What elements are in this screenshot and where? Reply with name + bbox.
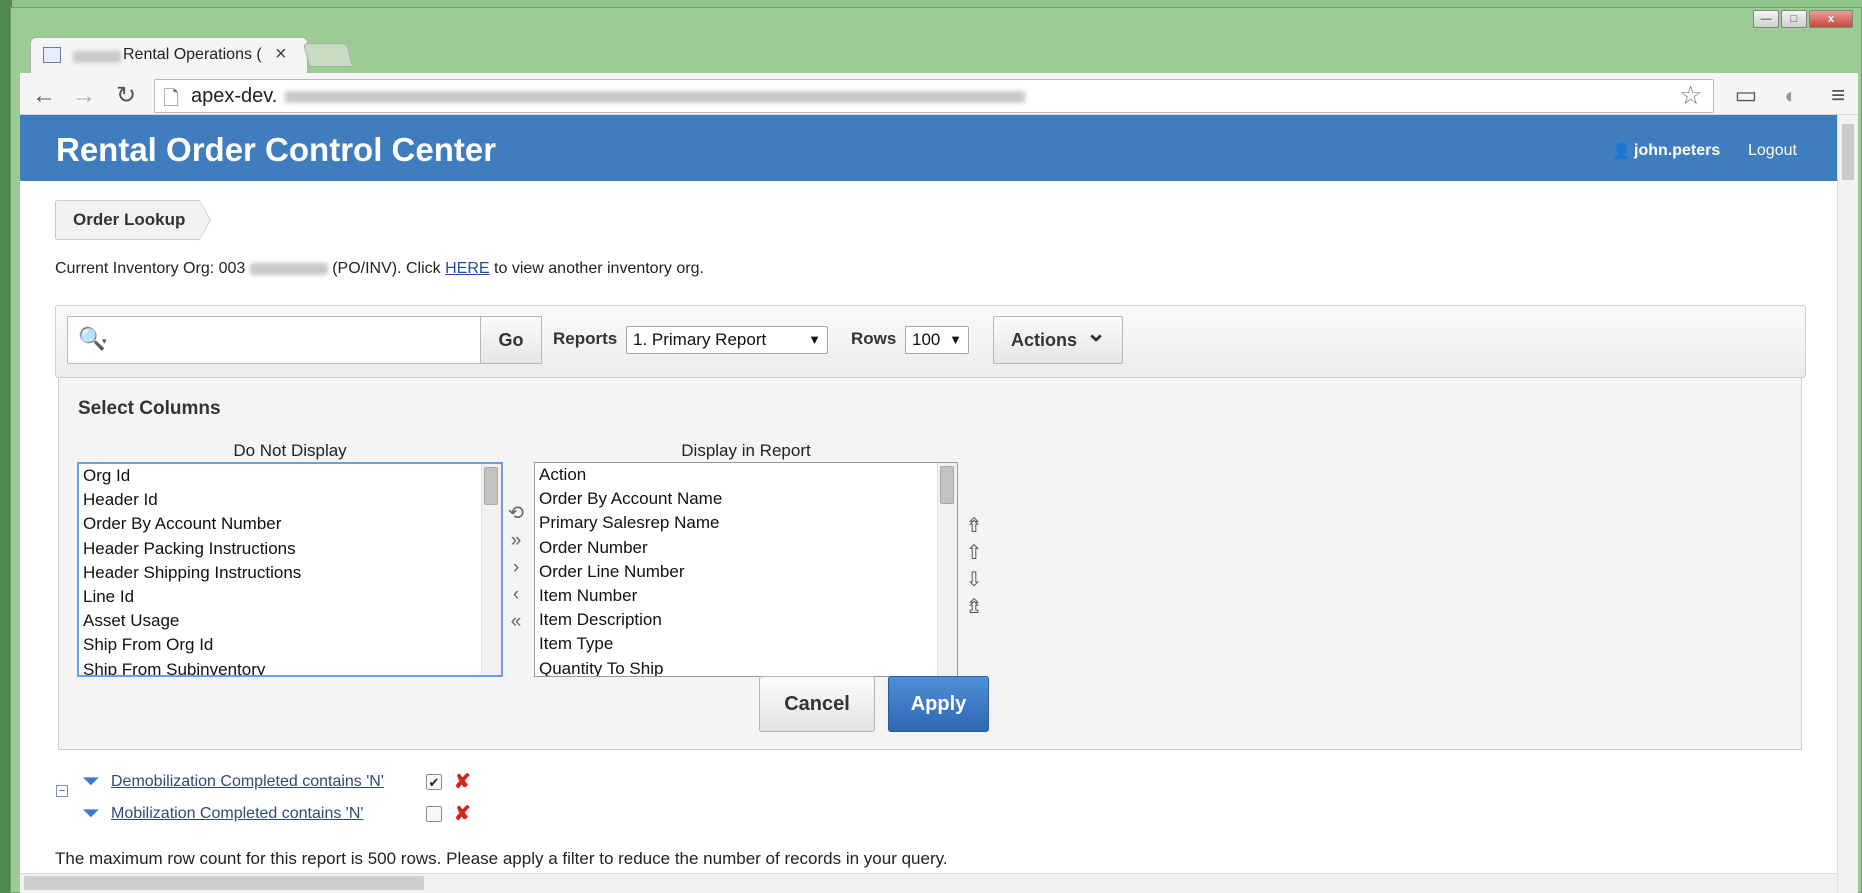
display-in-report-header: Display in Report xyxy=(681,441,811,460)
reports-select[interactable]: 1. Primary Report ▼ xyxy=(626,326,828,354)
page-favicon-icon xyxy=(43,47,61,63)
browser-tab-active[interactable]: Rental Operations ( × xyxy=(30,37,308,73)
remove-filter-icon[interactable]: ✘ xyxy=(454,769,471,794)
chevron-down-icon: ▼ xyxy=(808,332,821,347)
vertical-scrollbar[interactable] xyxy=(1837,115,1858,893)
org-after: to view another inventory org. xyxy=(494,260,704,277)
list-scrollbar[interactable] xyxy=(937,463,957,676)
list-item[interactable]: Item Number xyxy=(535,584,957,608)
collapse-filters-icon[interactable]: − xyxy=(56,785,68,797)
search-column-dropdown-icon[interactable]: ▾ xyxy=(102,336,107,347)
move-all-right-icon[interactable]: » xyxy=(504,529,528,553)
list-item[interactable]: Order By Account Name xyxy=(535,487,957,511)
list-item[interactable]: Order Number xyxy=(535,536,957,560)
forward-icon[interactable]: → xyxy=(68,80,100,112)
horizontal-scrollbar-thumb[interactable] xyxy=(24,876,424,890)
list-item[interactable]: Action xyxy=(535,463,957,487)
cancel-button[interactable]: Cancel xyxy=(759,676,875,732)
user-icon: 👤 xyxy=(1612,143,1631,160)
filter-row[interactable]: Demobilization Completed contains 'N' xyxy=(111,773,384,791)
rows-label: Rows xyxy=(851,329,897,348)
move-bottom-icon[interactable]: ⇯ xyxy=(962,595,986,619)
page-icon: 🗋 xyxy=(163,88,180,110)
list-item[interactable]: Ship From Subinventory xyxy=(79,658,501,676)
list-item[interactable]: Line Id xyxy=(79,585,501,609)
move-top-icon[interactable]: ⇮ xyxy=(962,514,986,538)
reports-label: Reports xyxy=(553,329,618,348)
username-link[interactable]: john.peters xyxy=(1634,142,1720,160)
move-all-left-icon[interactable]: « xyxy=(504,610,528,634)
address-bar[interactable]: 🗋 apex-dev. ☆ xyxy=(154,79,1714,113)
back-icon[interactable]: ← xyxy=(28,80,60,112)
list-item[interactable]: Header Id xyxy=(79,488,501,512)
do-not-display-header: Do Not Display xyxy=(233,441,347,460)
window-close-button[interactable]: x xyxy=(1809,10,1853,28)
filter-icon: ⏷ xyxy=(82,768,100,793)
move-down-icon[interactable]: ⇩ xyxy=(962,568,986,592)
list-item[interactable]: Order By Account Number xyxy=(79,512,501,536)
tab-close-icon[interactable]: × xyxy=(275,43,287,66)
vertical-scrollbar-thumb[interactable] xyxy=(1842,124,1854,180)
move-up-icon[interactable]: ⇧ xyxy=(962,541,986,565)
list-item[interactable]: Header Packing Instructions xyxy=(79,537,501,561)
menu-icon[interactable]: ≡ xyxy=(1822,80,1854,112)
move-right-icon[interactable]: › xyxy=(504,556,528,580)
tab-title: Rental Operations ( xyxy=(123,46,262,63)
list-scrollbar-thumb[interactable] xyxy=(940,466,954,504)
bookmark-star-icon[interactable]: ☆ xyxy=(1679,80,1702,111)
url-text: apex-dev. xyxy=(191,85,278,107)
actions-button[interactable]: Actions ⌄ xyxy=(993,316,1123,364)
change-org-link[interactable]: HERE xyxy=(445,260,489,277)
breadcrumb-order-lookup[interactable]: Order Lookup xyxy=(55,200,200,240)
cast-icon[interactable]: ▭ xyxy=(1730,80,1762,112)
filter-link[interactable]: Demobilization Completed contains 'N' xyxy=(111,773,384,790)
list-item[interactable]: Header Shipping Instructions xyxy=(79,561,501,585)
filter-enable-checkbox[interactable]: ✔ xyxy=(426,774,442,790)
list-item[interactable]: Primary Salesrep Name xyxy=(535,511,957,535)
list-item[interactable]: Org Id xyxy=(79,464,501,488)
org-suffix: (PO/INV). Click xyxy=(332,260,441,277)
rows-select[interactable]: 100 ▼ xyxy=(905,326,969,354)
search-input[interactable]: 🔍 ▾ xyxy=(67,316,481,364)
list-scrollbar[interactable] xyxy=(481,464,501,675)
do-not-display-list[interactable]: Org Id Header Id Order By Account Number… xyxy=(77,462,503,677)
filter-enable-checkbox[interactable] xyxy=(426,806,442,822)
remove-filter-icon[interactable]: ✘ xyxy=(454,801,471,826)
app-title: Rental Order Control Center xyxy=(56,131,497,168)
move-left-icon[interactable]: ‹ xyxy=(504,583,528,607)
reset-icon[interactable]: ⟲ xyxy=(504,502,528,526)
redacted-url xyxy=(285,91,1025,103)
actions-label: Actions xyxy=(1011,330,1078,350)
reload-icon[interactable]: ↻ xyxy=(110,80,142,112)
list-item[interactable]: Ship From Org Id xyxy=(79,633,501,657)
maximize-button[interactable]: □ xyxy=(1781,10,1807,28)
chevron-down-icon: ▼ xyxy=(949,332,962,347)
list-item[interactable]: Asset Usage xyxy=(79,609,501,633)
rows-select-value: 100 xyxy=(912,330,941,349)
display-in-report-list[interactable]: Action Order By Account Name Primary Sal… xyxy=(534,462,958,677)
list-scrollbar-thumb[interactable] xyxy=(484,467,498,505)
minimize-button[interactable]: — xyxy=(1753,10,1779,28)
list-item[interactable]: Quantity To Ship xyxy=(535,657,957,677)
redacted-text xyxy=(73,51,121,63)
list-item[interactable]: Item Type xyxy=(535,632,957,656)
filter-row[interactable]: Mobilization Completed contains 'N' xyxy=(111,805,363,823)
chevron-down-icon: ⌄ xyxy=(1086,320,1107,347)
filter-link[interactable]: Mobilization Completed contains 'N' xyxy=(111,805,363,822)
filter-icon: ⏷ xyxy=(82,800,100,825)
apply-button[interactable]: Apply xyxy=(888,676,989,732)
redacted-org-name xyxy=(249,262,328,275)
reports-select-value: 1. Primary Report xyxy=(633,330,767,349)
inventory-org-line: Current Inventory Org: 003 (PO/INV). Cli… xyxy=(55,260,704,278)
go-button[interactable]: Go xyxy=(480,316,542,364)
list-item[interactable]: Order Line Number xyxy=(535,560,957,584)
org-prefix: Current Inventory Org: 003 xyxy=(55,260,246,277)
logout-link[interactable]: Logout xyxy=(1748,142,1797,160)
select-columns-title: Select Columns xyxy=(78,398,221,419)
max-row-message: The maximum row count for this report is… xyxy=(55,849,948,868)
breadcrumb-arrow-fill xyxy=(199,200,210,240)
new-tab-button[interactable] xyxy=(302,43,354,67)
list-item[interactable]: Item Description xyxy=(535,608,957,632)
extension-icon[interactable]: ◐ xyxy=(1775,80,1807,112)
